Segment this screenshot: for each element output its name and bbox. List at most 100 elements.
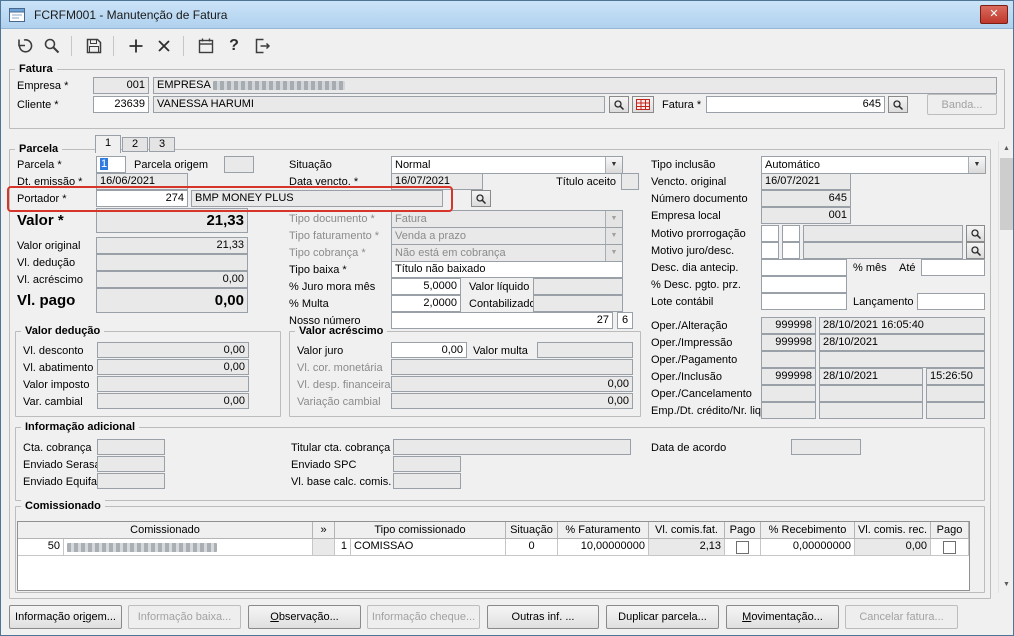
desc-pgto-prz-label: % Desc. pgto. prz. — [651, 279, 741, 292]
desc-pgto-prz-field[interactable] — [761, 276, 847, 293]
titulo-aceito-field — [621, 173, 639, 190]
movimentacao-button[interactable]: Movimentação... — [726, 605, 839, 629]
cell-tipo-nome[interactable]: COMISSAO REPRESENTANTE — [351, 539, 506, 556]
variacao-cambial-label: Variação cambial — [297, 396, 381, 409]
juro-mora-field[interactable]: 5,0000 — [391, 278, 461, 295]
pago-faturamento-checkbox[interactable] — [736, 541, 749, 554]
nosso-numero-digito-field[interactable]: 6 — [617, 312, 633, 329]
header-chevrons[interactable]: » — [313, 522, 335, 539]
enviado-serasa-label: Enviado Serasa — [23, 459, 101, 472]
desc-dia-antecip-label: Desc. dia antecip. — [651, 262, 738, 275]
cell-pct-recebimento[interactable]: 0,00000000 — [761, 539, 855, 556]
cell-comissionado-codigo[interactable]: 50 — [18, 539, 64, 556]
observacao-button[interactable]: Observação... — [248, 605, 361, 629]
duplicar-parcela-button[interactable]: Duplicar parcela... — [606, 605, 719, 629]
valor-original-label: Valor original — [17, 240, 80, 253]
chevron-down-icon[interactable]: ▼ — [605, 157, 622, 173]
fatura-lookup-button[interactable] — [888, 96, 908, 113]
portador-name-field: BMP MONEY PLUS — [191, 190, 443, 207]
cliente-code-field[interactable]: 23639 — [93, 96, 149, 113]
valor-multa-field — [537, 342, 633, 358]
outras-inf-button[interactable]: Outras inf. ... — [487, 605, 599, 629]
motivo-prorrogacao-code2-field[interactable] — [782, 225, 800, 242]
pago-recebimento-checkbox[interactable] — [943, 541, 956, 554]
tab-parcela-2[interactable]: 2 — [122, 137, 148, 152]
lote-contabil-field[interactable] — [761, 293, 847, 310]
motivo-prorrogacao-code-field[interactable] — [761, 225, 779, 242]
var-cambial-label: Var. cambial — [23, 396, 83, 409]
save-button[interactable] — [81, 33, 107, 59]
motivo-juro-code-field[interactable] — [761, 242, 779, 259]
parcela-field[interactable]: 1 — [96, 156, 126, 173]
exit-button[interactable] — [249, 33, 275, 59]
header-vl-comis-rec: Vl. comis. rec. — [855, 522, 931, 539]
desc-ate-field[interactable] — [921, 259, 985, 276]
vl-desconto-field: 0,00 — [97, 342, 249, 358]
chevron-down-icon[interactable]: ▼ — [968, 157, 985, 173]
tipo-inclusao-dropdown[interactable]: Automático ▼ — [761, 156, 986, 174]
portador-lookup-button[interactable] — [471, 190, 491, 207]
scroll-down-arrow[interactable]: ▼ — [999, 577, 1014, 593]
vl-base-calc-field — [393, 473, 461, 489]
cliente-matrix-button[interactable] — [632, 96, 654, 113]
cell-chevrons[interactable] — [313, 539, 335, 556]
cell-pct-faturamento[interactable]: 10,00000000 — [558, 539, 649, 556]
calendar-icon — [196, 36, 216, 56]
delete-button[interactable] — [151, 33, 177, 59]
chevron-down-icon: ▼ — [605, 245, 622, 261]
enviado-spc-field — [393, 456, 461, 472]
vl-cor-monetaria-label: Vl. cor. monetária — [297, 362, 383, 375]
lancamento-field[interactable] — [917, 293, 985, 310]
informacao-origem-button[interactable]: Informação origem... — [9, 605, 122, 629]
cancelar-fatura-button: Cancelar fatura... — [845, 605, 958, 629]
motivo-juro-code2-field[interactable] — [782, 242, 800, 259]
calendar-button[interactable] — [193, 33, 219, 59]
cell-comissionado-nome[interactable] — [64, 539, 313, 556]
toolbar-separator — [113, 36, 114, 56]
multa-field[interactable]: 2,0000 — [391, 295, 461, 312]
desc-dia-antecip-field[interactable] — [761, 259, 847, 276]
close-button[interactable]: ✕ — [980, 5, 1008, 24]
juro-mora-label: % Juro mora mês — [289, 281, 375, 294]
motivo-prorrogacao-lookup-button[interactable] — [966, 225, 985, 242]
cell-tipo-codigo[interactable]: 1 — [335, 539, 351, 556]
empresa-local-label: Empresa local — [651, 210, 721, 223]
help-button[interactable]: ? — [221, 33, 247, 59]
situacao-dropdown[interactable]: Normal ▼ — [391, 156, 623, 174]
cell-situacao[interactable]: 0 — [506, 539, 558, 556]
scroll-up-arrow[interactable]: ▲ — [999, 141, 1014, 157]
titular-cta-field — [393, 439, 631, 455]
valor-juro-field[interactable]: 0,00 — [391, 342, 467, 358]
add-button[interactable] — [123, 33, 149, 59]
valor-multa-label: Valor multa — [473, 345, 528, 358]
magnifier-icon — [970, 245, 982, 257]
scrollbar-thumb[interactable] — [1000, 158, 1013, 230]
motivo-prorrogacao-label: Motivo prorrogação — [651, 228, 746, 241]
portador-code-field[interactable]: 274 — [96, 190, 188, 207]
cliente-name-field: VANESSA HARUMI — [153, 96, 605, 113]
vl-base-calc-label: Vl. base calc. comis. — [291, 476, 391, 489]
search-button[interactable] — [39, 33, 65, 59]
header-comissionado: Comissionado — [18, 522, 313, 539]
info-adicional-legend: Informação adicional — [21, 421, 139, 433]
vl-pago-label: Vl. pago — [17, 292, 75, 309]
nosso-numero-field[interactable]: 27 — [391, 312, 613, 329]
tab-parcela-1[interactable]: 1 — [95, 135, 121, 153]
vl-acrescimo-field: 0,00 — [96, 271, 248, 288]
valor-original-field: 21,33 — [96, 237, 248, 254]
parcela-origem-label: Parcela origem — [134, 159, 208, 172]
fatura-numero-field[interactable]: 645 — [706, 96, 885, 113]
cliente-lookup-button[interactable] — [609, 96, 629, 113]
tipo-baixa-field[interactable]: Título não baixado — [391, 261, 623, 278]
valor-liquido-field — [533, 278, 623, 295]
tab-parcela-3[interactable]: 3 — [149, 137, 175, 152]
motivo-juro-lookup-button[interactable] — [966, 242, 985, 259]
empresa-name-field: EMPRESA — [153, 77, 997, 94]
valor-label: Valor * — [17, 212, 64, 229]
empresa-code-field: 001 — [93, 77, 149, 94]
window-title: FCRFM001 - Manutenção de Fatura — [34, 8, 227, 22]
enviado-serasa-field — [97, 456, 165, 472]
undo-button[interactable] — [11, 33, 37, 59]
lancamento-label: Lançamento — [853, 296, 914, 309]
vertical-scrollbar[interactable]: ▲ ▼ — [998, 141, 1013, 593]
